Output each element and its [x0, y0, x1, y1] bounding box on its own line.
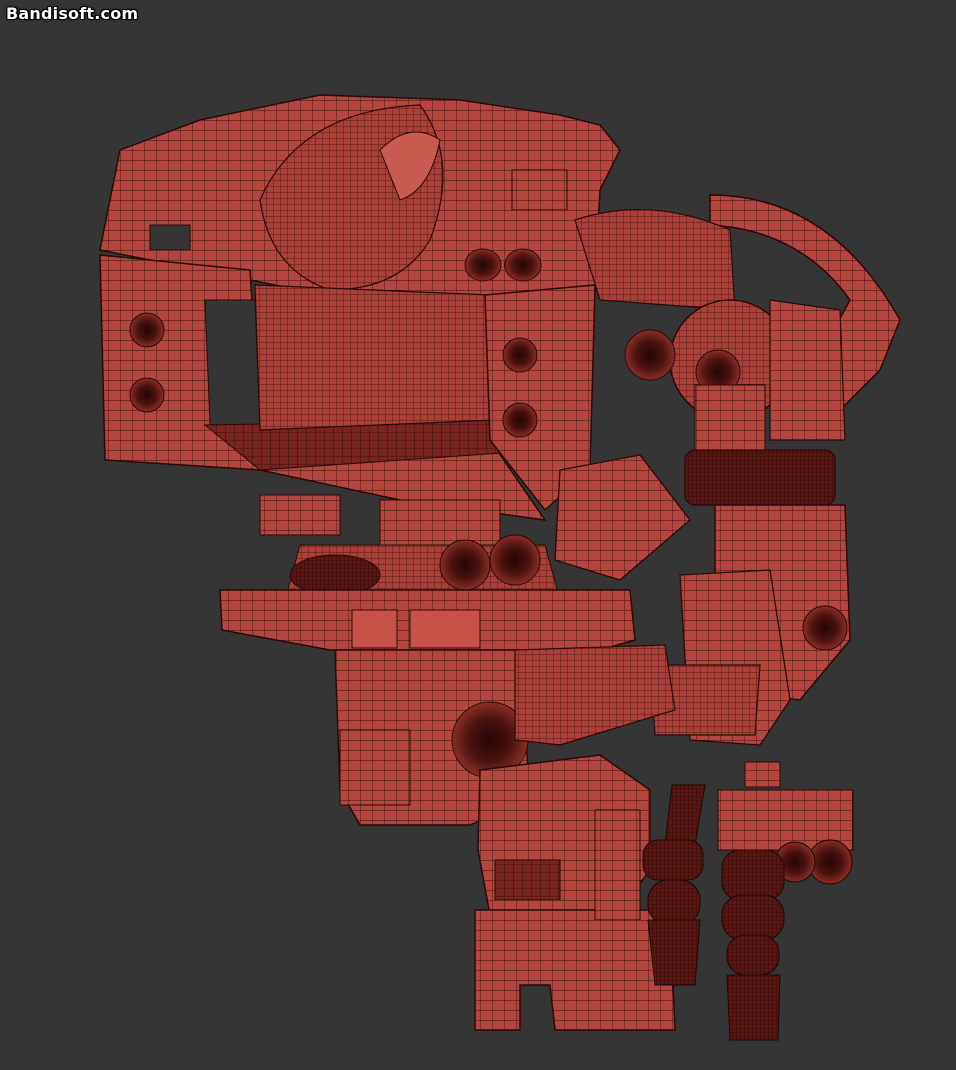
head-housing[interactable] [99, 94, 621, 521]
3d-viewport[interactable]: Bandisoft.com [0, 0, 956, 1070]
robot-mesh-model[interactable] [0, 0, 956, 1070]
piston-parts[interactable] [642, 761, 854, 1041]
leg-assembly[interactable] [474, 754, 676, 1031]
watermark-label: Bandisoft.com [6, 4, 139, 23]
